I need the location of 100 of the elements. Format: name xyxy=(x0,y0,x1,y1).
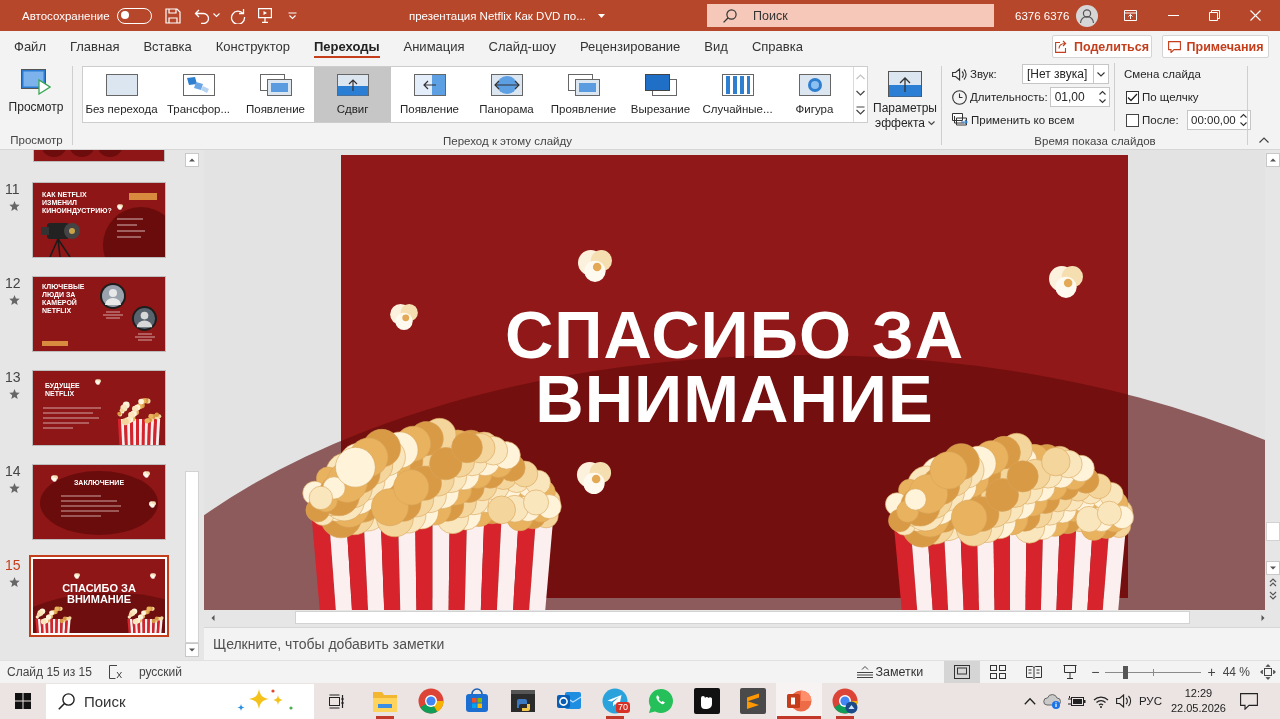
sound-dropdown[interactable]: [Нет звука] xyxy=(1022,64,1109,84)
ribbon-tab[interactable]: Справка xyxy=(739,31,815,62)
transition-option[interactable]: Появление xyxy=(237,67,314,122)
restore-icon[interactable] xyxy=(1209,10,1221,21)
stripe-icon xyxy=(42,341,68,346)
document-title[interactable]: презентация Netflix Как DVD по... xyxy=(409,9,586,22)
chevron-up-icon[interactable] xyxy=(1259,137,1269,143)
battery-icon[interactable] xyxy=(1067,695,1086,707)
popcorn-icon xyxy=(1049,265,1083,299)
zigzag-tile-icon xyxy=(740,688,766,714)
wifi-icon[interactable] xyxy=(1092,694,1109,708)
slider-thumb[interactable] xyxy=(1122,665,1128,679)
popcorn-icon xyxy=(150,573,156,579)
up-down-arrows-icon[interactable] xyxy=(1240,113,1247,127)
share-icon xyxy=(1055,40,1068,53)
up-down-arrows-icon[interactable] xyxy=(1099,90,1106,104)
clock-time[interactable]: 12:29 xyxy=(1184,686,1213,701)
blank-slide-icon xyxy=(105,74,138,96)
cloud-icon[interactable] xyxy=(1042,693,1061,709)
apply-all-button[interactable]: Применить ко всем xyxy=(971,114,1075,126)
autosave-label: Автосохранение xyxy=(22,9,110,22)
speaker-icon[interactable] xyxy=(1115,694,1132,708)
line-caret-icon[interactable] xyxy=(856,106,865,115)
ribbon-tab[interactable]: Вставка xyxy=(131,31,204,62)
slide-thumbnail[interactable]: СПАСИБО ЗА ВНИМАНИЕ xyxy=(29,555,169,637)
close-icon[interactable] xyxy=(1250,10,1262,21)
ribbon-tab[interactable]: Конструктор xyxy=(203,31,302,62)
overlapping-slides-icon xyxy=(259,74,292,96)
input-language[interactable]: РУС xyxy=(1138,695,1162,707)
slide-thumbnail[interactable] xyxy=(33,150,165,162)
preview-button[interactable]: Просмотр xyxy=(5,67,67,117)
window-arrow-icon[interactable] xyxy=(1124,10,1138,21)
scrollbar-thumb[interactable] xyxy=(1265,522,1280,541)
caret-down-icon[interactable] xyxy=(597,13,605,18)
undo-arrow-icon[interactable] xyxy=(193,7,210,24)
language-label[interactable]: русский xyxy=(138,665,182,679)
zoom-in-button[interactable]: + xyxy=(1204,664,1219,680)
checkbox-label[interactable]: По щелчку xyxy=(1142,91,1199,103)
search-field[interactable]: Поиск xyxy=(707,4,994,27)
user-name[interactable]: 6376 6376 xyxy=(1015,9,1070,22)
share-button[interactable]: Поделиться xyxy=(1052,35,1152,58)
speech-bubble-icon[interactable] xyxy=(1240,692,1258,710)
popcorn-bucket-drawing xyxy=(125,603,165,633)
normal-view-button[interactable] xyxy=(944,661,981,683)
slide-number: 11 xyxy=(5,181,20,197)
ribbon-tab[interactable]: Файл xyxy=(0,31,58,62)
sound-label: Звук: xyxy=(970,68,998,80)
scroll-up-icon[interactable] xyxy=(1265,153,1280,167)
zoom-level[interactable]: 44 % xyxy=(1222,665,1250,679)
slide-title[interactable]: СПАСИБО ЗА ВНИМАНИЕ xyxy=(341,303,1128,431)
ribbon-tab[interactable]: Рецензирование xyxy=(567,31,693,62)
transition-option[interactable]: Трансфор... xyxy=(160,67,237,122)
window-stack-icon[interactable] xyxy=(329,693,345,709)
square-and-circle-icon xyxy=(786,688,812,714)
caret-down-icon[interactable] xyxy=(212,13,220,18)
overlapping-slides-icon xyxy=(567,74,600,96)
duration-field[interactable]: 01,00 xyxy=(1049,87,1110,107)
ribbon-tab[interactable]: Вид xyxy=(692,31,740,62)
avatar-icon[interactable] xyxy=(1076,4,1099,27)
transition-option[interactable]: Проявление xyxy=(545,67,622,122)
popcorn-icon xyxy=(51,475,58,482)
transition-option[interactable]: Случайные... xyxy=(699,67,776,122)
transition-option[interactable]: Сдвиг xyxy=(314,67,391,122)
scrollbar-thumb[interactable] xyxy=(295,611,1190,624)
projector-screen-icon[interactable] xyxy=(257,8,272,23)
transition-option[interactable]: Панорама xyxy=(468,67,545,122)
fist-icon xyxy=(694,688,720,714)
notes-field[interactable]: Щелкните, чтобы добавить заметки xyxy=(204,627,1280,660)
advance-title: Смена слайда xyxy=(1124,68,1201,80)
double-arrow-slide-icon xyxy=(490,74,523,96)
transition-option[interactable]: Без перехода xyxy=(83,67,160,122)
scroll-down-icon[interactable] xyxy=(856,90,865,96)
tilted-shapes-icon xyxy=(182,74,215,96)
search-icon xyxy=(58,692,75,710)
scroll-up-icon[interactable] xyxy=(185,153,199,167)
bullet-lines-drawing xyxy=(61,495,123,519)
taskbar-search-field[interactable]: Поиск xyxy=(46,683,314,719)
transition-option[interactable]: Вырезание xyxy=(622,67,699,122)
taskbar-app-button[interactable]: 70 xyxy=(592,683,638,719)
checkbox[interactable] xyxy=(1126,113,1139,127)
checkbox-label[interactable]: После: xyxy=(1142,114,1183,126)
comments-button[interactable]: Примечания xyxy=(1162,35,1269,58)
clock-date[interactable]: 22.05.2026 xyxy=(1170,701,1226,716)
document-x-icon[interactable] xyxy=(108,665,122,679)
chevron-up-icon[interactable] xyxy=(1023,697,1036,705)
transition-option[interactable]: Фигура xyxy=(776,67,853,122)
ribbon-tab[interactable]: Анимация xyxy=(391,31,477,62)
zoom-out-button[interactable]: − xyxy=(1088,664,1103,680)
scrollbar-thumb[interactable] xyxy=(185,471,199,643)
ribbon-tab[interactable]: Главная xyxy=(57,31,132,62)
circular-arrow-icon[interactable] xyxy=(229,7,246,24)
ribbon-tab[interactable]: Переходы xyxy=(301,31,392,62)
ribbon-tab[interactable]: Слайд-шоу xyxy=(476,31,568,62)
transition-option[interactable]: Появление xyxy=(391,67,468,122)
chat-bubble-icon xyxy=(648,688,674,714)
avatar-icon xyxy=(100,283,126,309)
time-field[interactable]: 00:00,00 xyxy=(1187,110,1251,130)
notes-button[interactable]: Заметки xyxy=(853,661,928,683)
effect-options-button[interactable]: Параметры эффекта xyxy=(870,66,940,134)
checkbox[interactable] xyxy=(1126,90,1139,104)
